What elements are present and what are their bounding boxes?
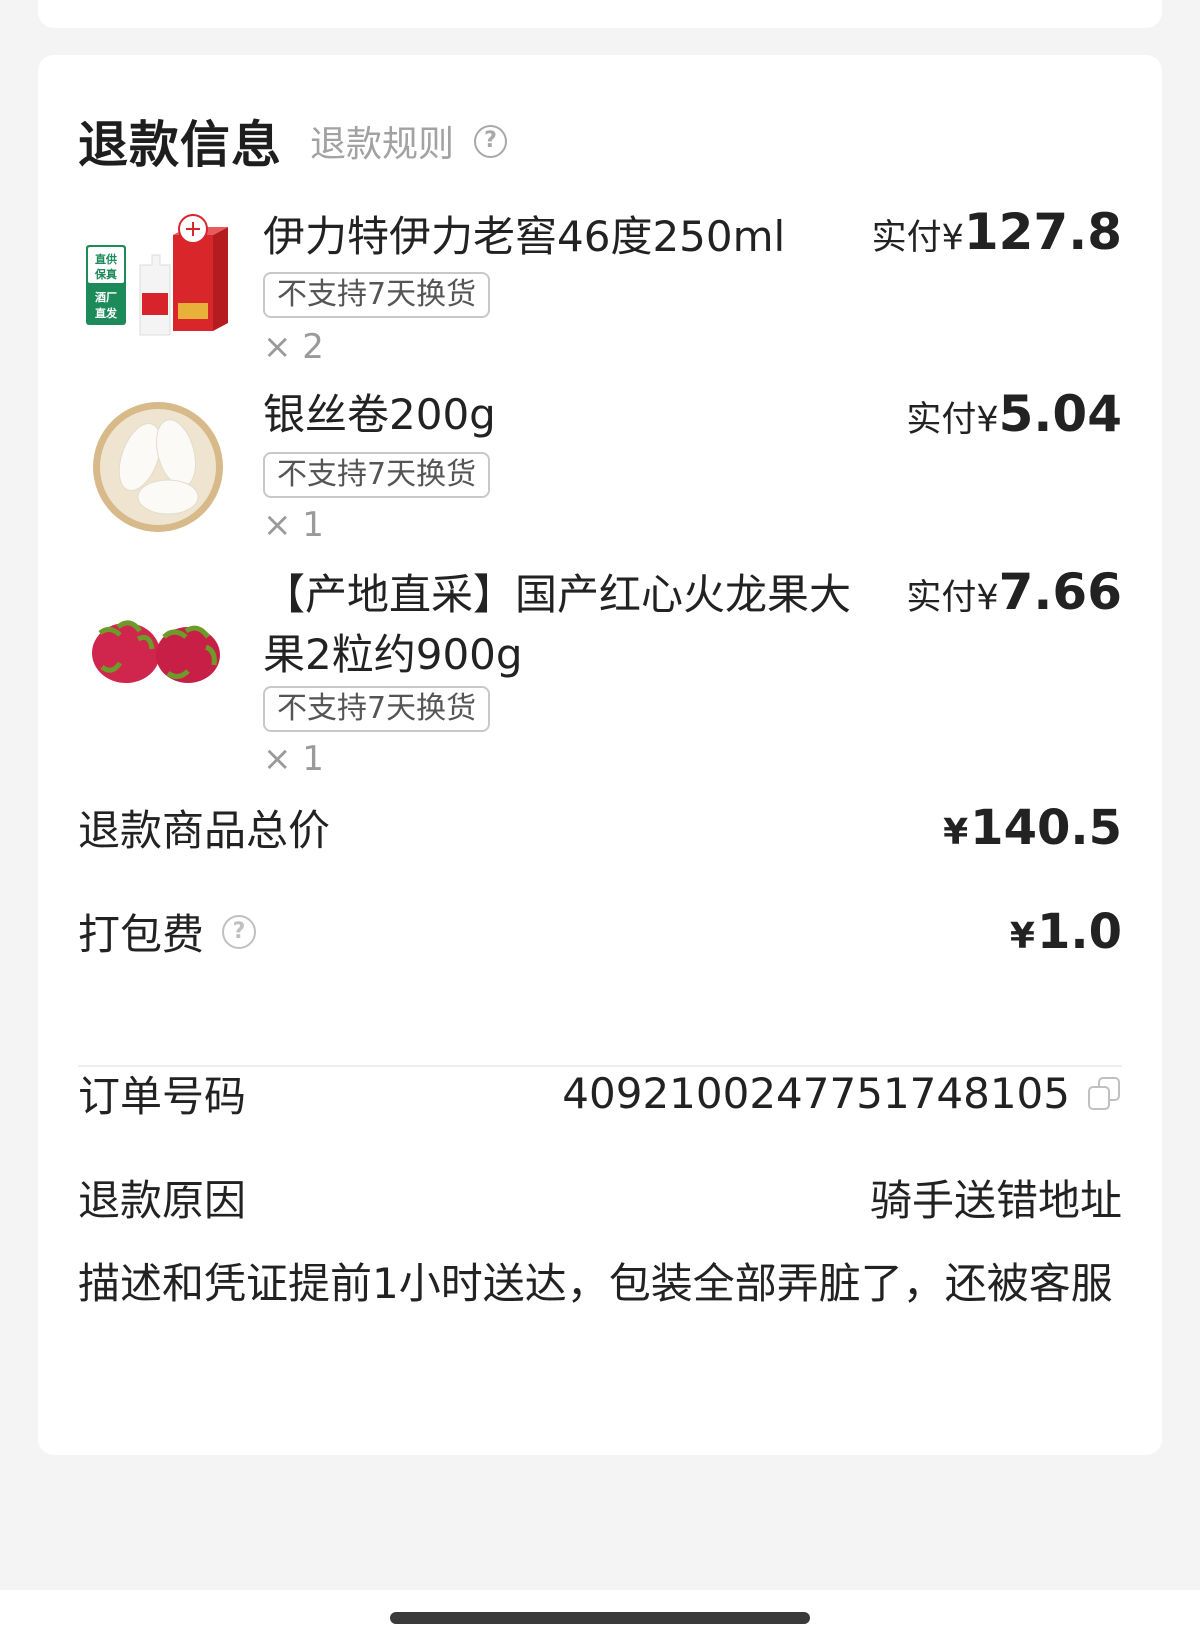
product-thumbnail-liquor[interactable]: 直供 保真 酒厂 直发 — [78, 205, 238, 365]
order-number-value: 4092100247751748105 — [562, 1069, 1070, 1118]
product-price: 实付¥ 5.04 — [906, 385, 1122, 443]
product-price: 实付¥ 7.66 — [906, 563, 1122, 621]
thumb-badge-text-1: 直供 — [95, 252, 117, 266]
refund-info-header: 退款信息 退款规则 ? — [78, 105, 508, 177]
product-name[interactable]: 银丝卷200g — [263, 385, 496, 445]
refund-reason-label: 退款原因 — [78, 1176, 247, 1225]
home-indicator[interactable] — [390, 1612, 810, 1624]
refund-info-card: 退款信息 退款规则 ? 直供 保真 酒厂 直发 伊力特伊力老窖46度250ml … — [38, 55, 1162, 1455]
price-value: 127.8 — [963, 203, 1122, 261]
product-thumbnail-steamed-buns[interactable] — [78, 385, 238, 545]
product-quantity: × 1 — [263, 739, 324, 779]
product-name[interactable]: 【产地直采】国产红心火龙果大果2粒约900g — [263, 565, 873, 685]
price-prefix: 实付¥ — [906, 578, 999, 618]
refund-total-row: 退款商品总价 ¥140.5 — [78, 797, 1122, 858]
order-number-group: 4092100247751748105 — [562, 1069, 1122, 1118]
price-prefix: 实付¥ — [906, 400, 999, 440]
product-quantity: × 1 — [263, 505, 324, 545]
price-prefix: 实付¥ — [871, 218, 964, 258]
previous-card — [38, 0, 1162, 28]
refund-reason-value: 骑手送错地址 — [869, 1176, 1122, 1225]
no-exchange-tag: 不支持7天换货 — [263, 272, 491, 318]
thumb-badge-text-3: 酒厂 — [95, 291, 117, 304]
currency-symbol: ¥ — [943, 811, 969, 853]
order-number-row: 订单号码 4092100247751748105 — [78, 1063, 1122, 1124]
refund-total-label: 退款商品总价 — [78, 806, 331, 855]
packing-fee-label-group: 打包费 ? — [78, 901, 257, 962]
refund-total-amount: 140.5 — [970, 799, 1122, 856]
product-quantity: × 2 — [263, 327, 324, 367]
thumb-badge-text-2: 保真 — [94, 267, 117, 281]
refund-total-value: ¥140.5 — [943, 800, 1122, 856]
help-icon[interactable]: ? — [474, 124, 508, 158]
order-number-label: 订单号码 — [78, 1072, 247, 1121]
product-price: 实付¥ 127.8 — [872, 203, 1122, 261]
product-thumbnail-dragon-fruit[interactable] — [78, 563, 238, 723]
product-name[interactable]: 伊力特伊力老窖46度250ml — [263, 207, 785, 267]
help-icon[interactable]: ? — [222, 914, 257, 949]
no-exchange-tag: 不支持7天换货 — [263, 452, 491, 498]
thumb-badge-text-4: 直发 — [95, 306, 118, 320]
packing-fee-label: 打包费 — [78, 910, 205, 959]
packing-fee-amount: 1.0 — [1036, 903, 1122, 960]
refund-reason-row: 退款原因 骑手送错地址 — [78, 1167, 1122, 1228]
copy-icon[interactable] — [1088, 1076, 1122, 1111]
no-exchange-tag: 不支持7天换货 — [263, 686, 491, 732]
packing-fee-row: 打包费 ? ¥1.0 — [78, 901, 1122, 962]
packing-fee-value: ¥1.0 — [1010, 904, 1122, 960]
refund-description: 描述和凭证提前1小时送达，包装全部弄脏了，还被客服 — [78, 1259, 1113, 1308]
price-value: 5.04 — [998, 385, 1122, 443]
currency-symbol: ¥ — [1009, 915, 1035, 957]
price-value: 7.66 — [998, 563, 1122, 621]
refund-info-title: 退款信息 — [78, 116, 282, 174]
refund-rules-link[interactable]: 退款规则 — [310, 115, 454, 167]
